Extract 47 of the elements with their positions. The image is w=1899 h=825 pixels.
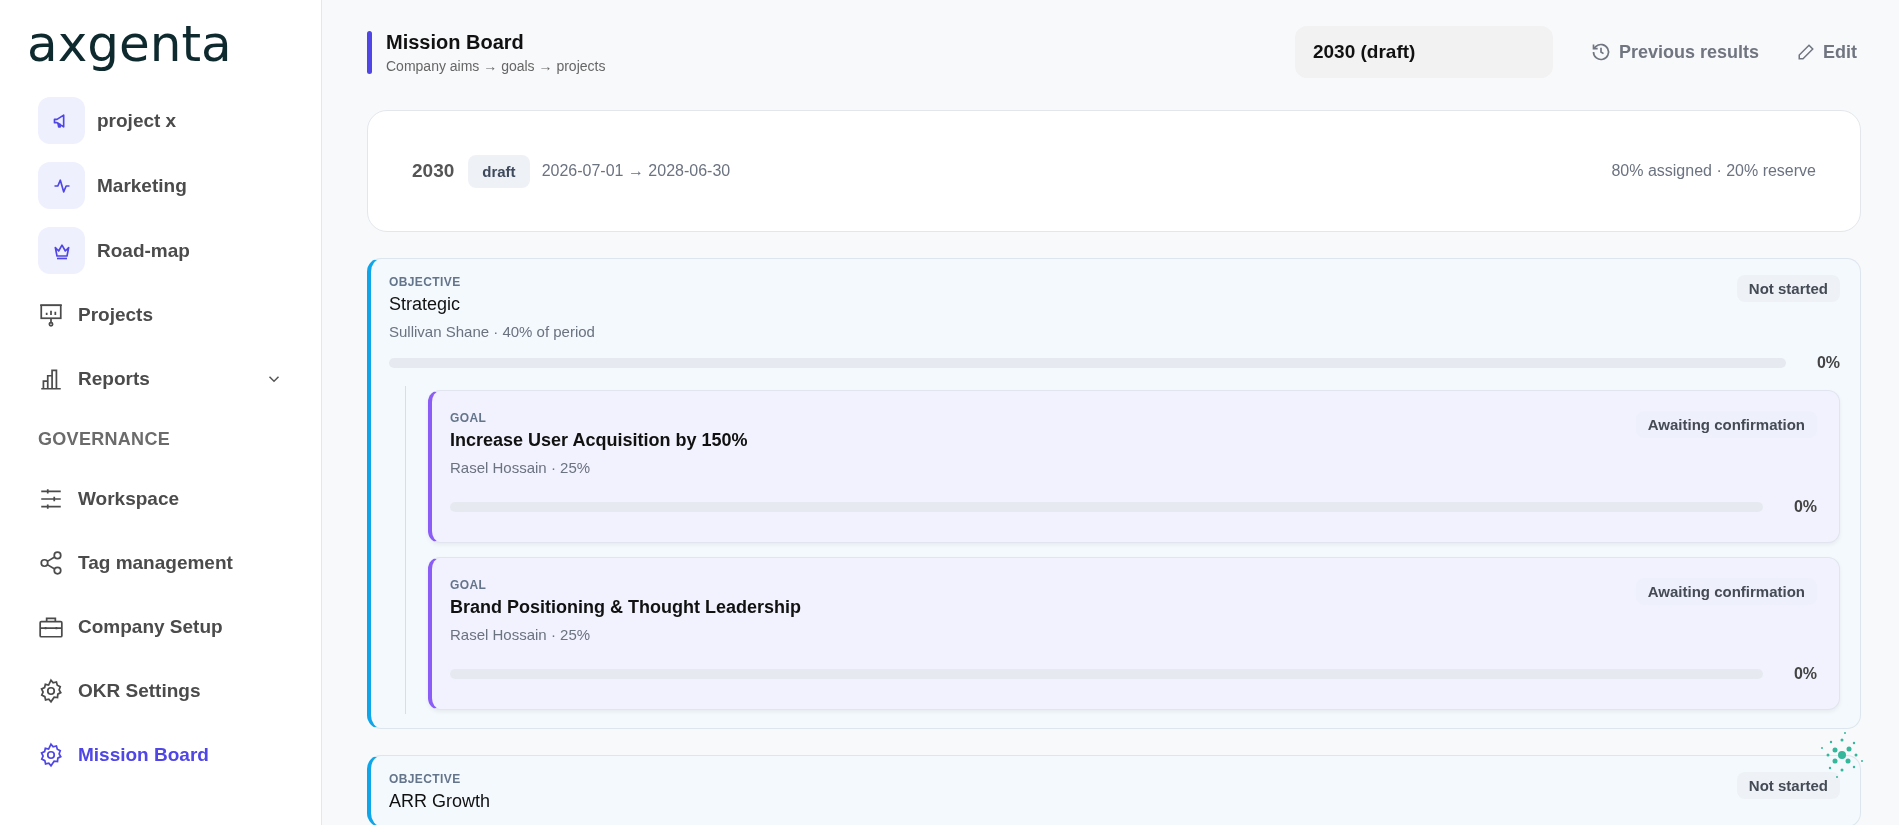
presentation-board-icon — [38, 302, 64, 328]
card-type-label: OBJECTIVE — [389, 275, 462, 289]
nav-item[interactable]: Reports — [38, 347, 283, 411]
card-type-label: OBJECTIVE — [389, 772, 462, 786]
previous-results-button[interactable]: Previous results — [1586, 35, 1763, 69]
project-item[interactable]: project x — [38, 88, 177, 153]
history-icon — [1590, 42, 1611, 62]
nav-item[interactable]: OKR Settings — [38, 659, 283, 723]
objective-title: ARR Growth — [389, 791, 491, 812]
status-badge: Not started — [1736, 275, 1840, 302]
project-item[interactable]: Road-map — [38, 218, 190, 283]
objective-title: Strategic — [389, 294, 462, 315]
card-type-label: GOAL — [450, 411, 488, 425]
allocation-summary: 80% assigned · 20% reserve — [1611, 162, 1816, 180]
gear-icon — [38, 742, 64, 768]
title-accent-bar — [367, 30, 372, 74]
nav-item[interactable]: Mission Board — [38, 723, 283, 787]
edit-button[interactable]: Edit — [1793, 35, 1861, 69]
pencil-icon — [1797, 43, 1815, 61]
period-select[interactable]: 2030 (draft) — [1294, 26, 1553, 78]
goal-meta: Rasel Hossain · 25% — [450, 459, 592, 476]
objective-meta: Sullivan Shane · 40% of period — [389, 323, 595, 340]
project-item[interactable]: Marketing — [38, 153, 187, 218]
nav-item[interactable]: Tag management — [38, 531, 283, 595]
gear-icon — [38, 678, 64, 704]
progress-percent: 0% — [1792, 665, 1817, 683]
card-type-label: GOAL — [450, 578, 488, 592]
status-badge: Not started — [1736, 772, 1840, 799]
page-title: Mission Board — [386, 30, 525, 54]
nav-item[interactable]: Workspace — [38, 467, 283, 531]
briefcase-icon — [38, 614, 64, 640]
goal-meta: Rasel Hossain · 25% — [450, 626, 592, 643]
progress-percent: 0% — [1792, 498, 1817, 516]
period-year: 2030 — [412, 160, 455, 182]
goal-title: Increase User Acquisition by 150% — [450, 430, 748, 451]
bar-chart-icon — [38, 366, 64, 392]
share-icon — [38, 550, 64, 576]
goal-title: Brand Positioning & Thought Leadership — [450, 597, 801, 618]
section-heading: GOVERNANCE — [38, 427, 171, 451]
sliders-icon — [38, 486, 64, 512]
period-dates: 2026-07-01 → 2028-06-30 — [541, 162, 731, 180]
nav-item[interactable]: Company Setup — [38, 595, 283, 659]
page-subtitle: Company aims → goals → projects — [386, 57, 606, 74]
logo[interactable]: axgenta — [27, 14, 232, 74]
status-badge: draft — [468, 154, 530, 188]
nav-item[interactable]: Projects — [38, 283, 283, 347]
progress-percent: 0% — [1815, 354, 1840, 372]
